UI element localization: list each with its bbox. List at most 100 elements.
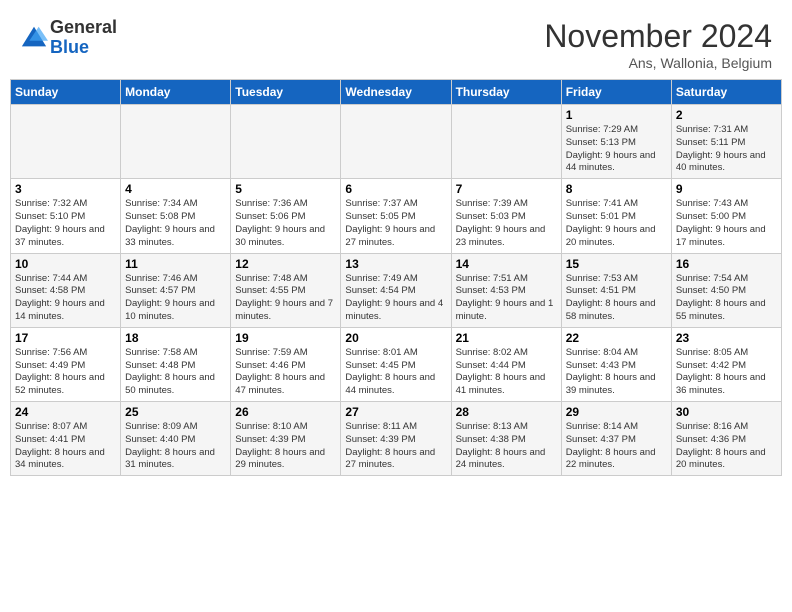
day-number: 11	[125, 257, 226, 271]
day-info: Sunrise: 8:07 AMSunset: 4:41 PMDaylight:…	[15, 421, 116, 472]
calendar-cell: 16 Sunrise: 7:54 AMSunset: 4:50 PMDayligh…	[671, 253, 781, 327]
day-info: Sunrise: 8:16 AMSunset: 4:36 PMDaylight:…	[676, 421, 777, 472]
day-info: Sunrise: 7:56 AMSunset: 4:49 PMDaylight:…	[15, 347, 116, 398]
day-number: 6	[345, 182, 446, 196]
weekday-header-saturday: Saturday	[671, 80, 781, 105]
calendar-cell: 28 Sunrise: 8:13 AMSunset: 4:38 PMDayligh…	[451, 402, 561, 476]
day-number: 10	[15, 257, 116, 271]
day-number: 12	[235, 257, 336, 271]
logo-icon	[20, 24, 48, 52]
calendar-cell	[341, 105, 451, 179]
weekday-header-thursday: Thursday	[451, 80, 561, 105]
day-info: Sunrise: 7:46 AMSunset: 4:57 PMDaylight:…	[125, 273, 226, 324]
calendar-cell: 23Sunrise: 8:05 AMSunset: 4:42 PMDayligh…	[671, 327, 781, 401]
logo-blue-text: Blue	[50, 37, 89, 57]
calendar-cell: 11 Sunrise: 7:46 AMSunset: 4:57 PMDayligh…	[121, 253, 231, 327]
calendar-cell: 4Sunrise: 7:34 AMSunset: 5:08 PMDaylight…	[121, 179, 231, 253]
day-number: 9	[676, 182, 777, 196]
calendar-cell: 9 Sunrise: 7:43 AMSunset: 5:00 PMDaylight…	[671, 179, 781, 253]
day-info: Sunrise: 7:31 AMSunset: 5:11 PMDaylight:…	[676, 124, 777, 175]
day-info: Sunrise: 7:34 AMSunset: 5:08 PMDaylight:…	[125, 198, 226, 249]
day-info: Sunrise: 8:13 AMSunset: 4:38 PMDaylight:…	[456, 421, 557, 472]
day-number: 8	[566, 182, 667, 196]
calendar-cell: 18 Sunrise: 7:58 AMSunset: 4:48 PMDayligh…	[121, 327, 231, 401]
day-info: Sunrise: 7:51 AMSunset: 4:53 PMDaylight:…	[456, 273, 557, 324]
day-info: Sunrise: 7:48 AMSunset: 4:55 PMDaylight:…	[235, 273, 336, 324]
day-info: Sunrise: 7:58 AMSunset: 4:48 PMDaylight:…	[125, 347, 226, 398]
calendar-cell: 19 Sunrise: 7:59 AMSunset: 4:46 PMDayligh…	[231, 327, 341, 401]
day-info: Sunrise: 7:59 AMSunset: 4:46 PMDaylight:…	[235, 347, 336, 398]
calendar-week-4: 17 Sunrise: 7:56 AMSunset: 4:49 PMDayligh…	[11, 327, 782, 401]
day-number: 1	[566, 108, 667, 122]
day-number: 19	[235, 331, 336, 345]
day-number: 16	[676, 257, 777, 271]
calendar-cell: 22 Sunrise: 8:04 AMSunset: 4:43 PMDayligh…	[561, 327, 671, 401]
calendar-cell: 5 Sunrise: 7:36 AMSunset: 5:06 PMDaylight…	[231, 179, 341, 253]
calendar-cell: 24 Sunrise: 8:07 AMSunset: 4:41 PMDayligh…	[11, 402, 121, 476]
calendar-cell: 1 Sunrise: 7:29 AMSunset: 5:13 PMDaylight…	[561, 105, 671, 179]
day-number: 22	[566, 331, 667, 345]
day-number: 5	[235, 182, 336, 196]
calendar-cell: 21 Sunrise: 8:02 AMSunset: 4:44 PMDayligh…	[451, 327, 561, 401]
day-number: 30	[676, 405, 777, 419]
day-info: Sunrise: 7:29 AMSunset: 5:13 PMDaylight:…	[566, 124, 667, 175]
day-info: Sunrise: 8:04 AMSunset: 4:43 PMDaylight:…	[566, 347, 667, 398]
calendar-cell: 7 Sunrise: 7:39 AMSunset: 5:03 PMDaylight…	[451, 179, 561, 253]
day-info: Sunrise: 7:49 AMSunset: 4:54 PMDaylight:…	[345, 273, 446, 324]
calendar-cell	[11, 105, 121, 179]
day-number: 28	[456, 405, 557, 419]
day-number: 7	[456, 182, 557, 196]
calendar-cell	[451, 105, 561, 179]
calendar-cell: 20 Sunrise: 8:01 AMSunset: 4:45 PMDayligh…	[341, 327, 451, 401]
calendar-cell: 3Sunrise: 7:32 AMSunset: 5:10 PMDaylight…	[11, 179, 121, 253]
calendar-cell: 13Sunrise: 7:49 AMSunset: 4:54 PMDayligh…	[341, 253, 451, 327]
calendar-week-5: 24 Sunrise: 8:07 AMSunset: 4:41 PMDayligh…	[11, 402, 782, 476]
calendar-cell: 17 Sunrise: 7:56 AMSunset: 4:49 PMDayligh…	[11, 327, 121, 401]
day-info: Sunrise: 7:43 AMSunset: 5:00 PMDaylight:…	[676, 198, 777, 249]
day-number: 18	[125, 331, 226, 345]
day-info: Sunrise: 7:53 AMSunset: 4:51 PMDaylight:…	[566, 273, 667, 324]
calendar-cell: 27Sunrise: 8:11 AMSunset: 4:39 PMDayligh…	[341, 402, 451, 476]
day-number: 3	[15, 182, 116, 196]
day-info: Sunrise: 7:37 AMSunset: 5:05 PMDaylight:…	[345, 198, 446, 249]
calendar-cell	[121, 105, 231, 179]
day-number: 26	[235, 405, 336, 419]
weekday-header-row: SundayMondayTuesdayWednesdayThursdayFrid…	[11, 80, 782, 105]
calendar-week-3: 10Sunrise: 7:44 AMSunset: 4:58 PMDayligh…	[11, 253, 782, 327]
calendar-cell: 25 Sunrise: 8:09 AMSunset: 4:40 PMDayligh…	[121, 402, 231, 476]
page-header: General Blue November 2024 Ans, Wallonia…	[10, 10, 782, 71]
calendar-header: SundayMondayTuesdayWednesdayThursdayFrid…	[11, 80, 782, 105]
month-title: November 2024	[544, 18, 772, 55]
day-info: Sunrise: 8:14 AMSunset: 4:37 PMDaylight:…	[566, 421, 667, 472]
calendar-cell: 15 Sunrise: 7:53 AMSunset: 4:51 PMDayligh…	[561, 253, 671, 327]
day-info: Sunrise: 7:39 AMSunset: 5:03 PMDaylight:…	[456, 198, 557, 249]
calendar-cell: 26 Sunrise: 8:10 AMSunset: 4:39 PMDayligh…	[231, 402, 341, 476]
day-number: 25	[125, 405, 226, 419]
weekday-header-tuesday: Tuesday	[231, 80, 341, 105]
day-info: Sunrise: 8:02 AMSunset: 4:44 PMDaylight:…	[456, 347, 557, 398]
day-info: Sunrise: 8:09 AMSunset: 4:40 PMDaylight:…	[125, 421, 226, 472]
calendar-cell: 10Sunrise: 7:44 AMSunset: 4:58 PMDayligh…	[11, 253, 121, 327]
day-number: 20	[345, 331, 446, 345]
day-number: 29	[566, 405, 667, 419]
day-number: 21	[456, 331, 557, 345]
day-info: Sunrise: 8:11 AMSunset: 4:39 PMDaylight:…	[345, 421, 446, 472]
day-info: Sunrise: 8:01 AMSunset: 4:45 PMDaylight:…	[345, 347, 446, 398]
calendar-cell: 12 Sunrise: 7:48 AMSunset: 4:55 PMDayligh…	[231, 253, 341, 327]
logo: General Blue	[20, 18, 117, 58]
calendar-cell: 2Sunrise: 7:31 AMSunset: 5:11 PMDaylight…	[671, 105, 781, 179]
day-info: Sunrise: 8:10 AMSunset: 4:39 PMDaylight:…	[235, 421, 336, 472]
day-info: Sunrise: 7:54 AMSunset: 4:50 PMDaylight:…	[676, 273, 777, 324]
day-number: 24	[15, 405, 116, 419]
calendar-cell: 14 Sunrise: 7:51 AMSunset: 4:53 PMDayligh…	[451, 253, 561, 327]
calendar-week-2: 3Sunrise: 7:32 AMSunset: 5:10 PMDaylight…	[11, 179, 782, 253]
calendar-table: SundayMondayTuesdayWednesdayThursdayFrid…	[10, 79, 782, 476]
day-number: 14	[456, 257, 557, 271]
day-info: Sunrise: 7:36 AMSunset: 5:06 PMDaylight:…	[235, 198, 336, 249]
weekday-header-wednesday: Wednesday	[341, 80, 451, 105]
calendar-cell: 29 Sunrise: 8:14 AMSunset: 4:37 PMDayligh…	[561, 402, 671, 476]
day-number: 15	[566, 257, 667, 271]
day-info: Sunrise: 7:41 AMSunset: 5:01 PMDaylight:…	[566, 198, 667, 249]
calendar-week-1: 1 Sunrise: 7:29 AMSunset: 5:13 PMDaylight…	[11, 105, 782, 179]
day-number: 17	[15, 331, 116, 345]
